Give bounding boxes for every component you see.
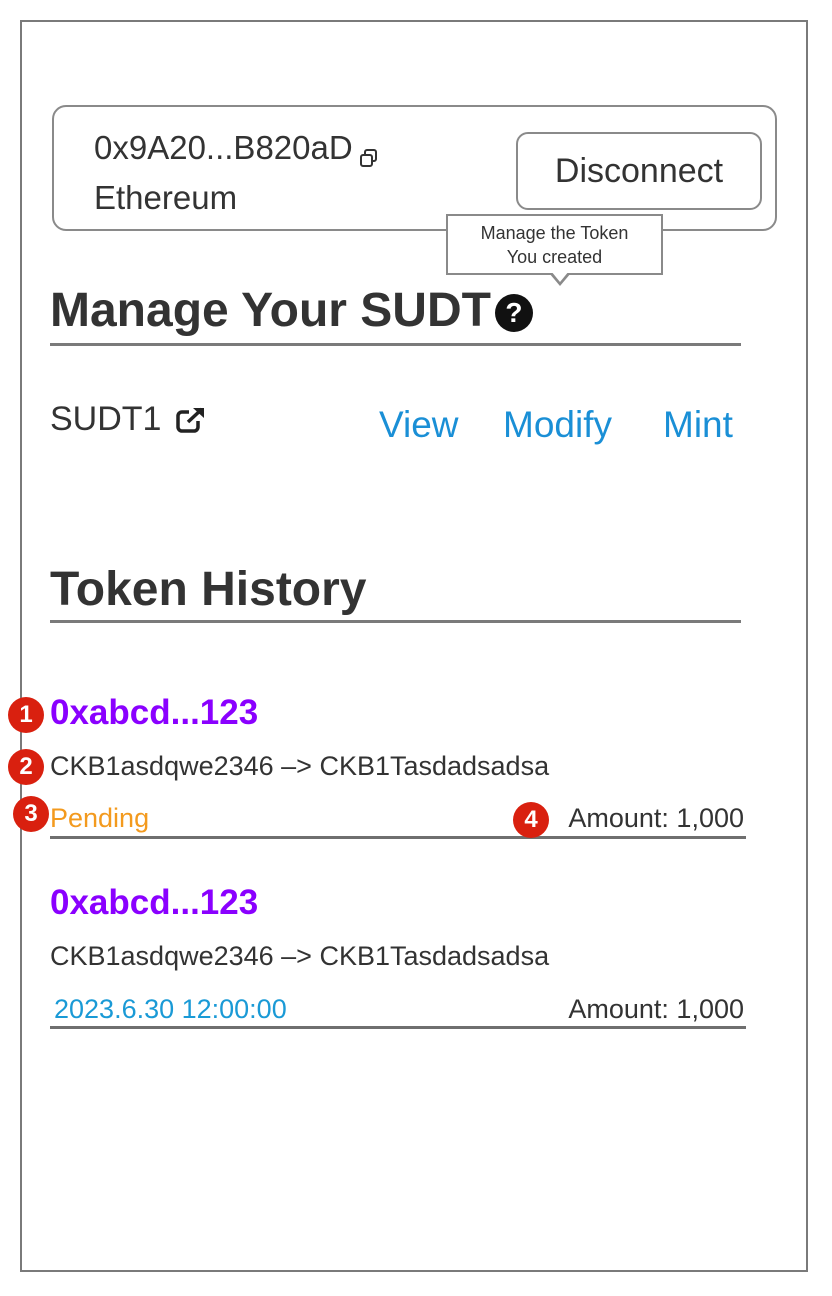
wallet-address-row: 0x9A20...B820aD xyxy=(94,129,379,167)
tx-divider xyxy=(50,836,746,839)
wallet-address: 0x9A20...B820aD xyxy=(94,129,353,166)
annotation-badge-2: 2 xyxy=(8,749,44,785)
token-item: SUDT1 xyxy=(50,400,207,439)
annotation-badge-4: 4 xyxy=(513,802,549,838)
disconnect-button[interactable]: Disconnect xyxy=(516,132,762,210)
tx-route: CKB1asdqwe2346 –> CKB1Tasdadsadsa xyxy=(50,751,550,781)
manage-divider xyxy=(50,343,741,346)
tooltip-line-2: You created xyxy=(506,247,603,267)
history-section-title: Token History xyxy=(50,562,367,617)
modify-link[interactable]: Modify xyxy=(503,404,612,446)
copy-icon[interactable] xyxy=(359,138,379,167)
question-icon[interactable]: ? xyxy=(494,293,533,332)
tx-timestamp: 2023.6.30 12:00:00 xyxy=(54,994,287,1024)
history-title-text: Token History xyxy=(50,563,367,616)
tx-amount: Amount: 1,000 xyxy=(568,803,744,833)
tx-amount: Amount: 1,000 xyxy=(568,994,744,1024)
external-link-icon[interactable] xyxy=(175,405,207,435)
view-link[interactable]: View xyxy=(379,404,459,446)
tx-divider xyxy=(50,1026,746,1029)
tx-hash-link[interactable]: 0xabcd...123 xyxy=(50,883,258,923)
tooltip-line-1: Manage the Token xyxy=(480,223,629,243)
manage-section-title: Manage Your SUDT ? xyxy=(50,283,533,338)
tx-hash-link[interactable]: 0xabcd...123 xyxy=(50,693,258,733)
tooltip-arrow-fill xyxy=(551,271,569,282)
wallet-network: Ethereum xyxy=(94,179,238,216)
wallet-card: 0x9A20...B820aD Ethereum Disconnect xyxy=(52,105,777,231)
mint-link[interactable]: Mint xyxy=(663,404,733,446)
history-divider xyxy=(50,620,741,623)
tx-status-pending: Pending xyxy=(50,803,150,833)
annotation-badge-3: 3 xyxy=(13,796,49,832)
annotation-badge-1: 1 xyxy=(8,697,44,733)
token-name: SUDT1 xyxy=(50,400,162,438)
help-tooltip: Manage the Token You created xyxy=(446,214,663,275)
tx-route: CKB1asdqwe2346 –> CKB1Tasdadsadsa xyxy=(50,941,550,971)
manage-title-text: Manage Your SUDT xyxy=(50,284,491,337)
